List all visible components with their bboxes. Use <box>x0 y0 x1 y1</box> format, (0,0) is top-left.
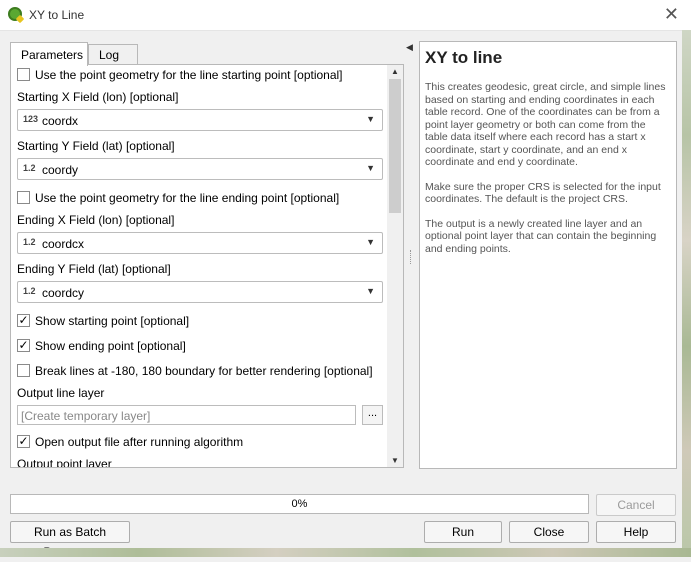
start-y-value: coordy <box>42 163 79 177</box>
output-point-label: Output point layer <box>17 457 112 468</box>
title-bar: XY to Line ✕ <box>0 0 691 31</box>
chevron-down-icon: ▼ <box>366 237 375 247</box>
start-x-label: Starting X Field (lon) [optional] <box>17 90 179 104</box>
decimal-type-icon: 1.2 <box>23 286 36 296</box>
start-x-combobox[interactable]: 123 coordx ▼ <box>17 109 383 131</box>
end-x-label: Ending X Field (lon) [optional] <box>17 213 175 227</box>
end-x-value: coordcx <box>42 237 85 251</box>
end-y-combobox[interactable]: 1.2 coordcy ▼ <box>17 281 383 303</box>
chevron-down-icon: ▼ <box>366 286 375 296</box>
help-paragraph: The output is a newly created line layer… <box>425 217 657 255</box>
show-end-row[interactable]: ✓ Show ending point [optional] <box>11 337 387 355</box>
show-start-checkbox[interactable]: ✓ <box>17 314 30 327</box>
open-output-label: Open output file after running algorithm <box>35 435 244 449</box>
vertical-scrollbar[interactable]: ▲ ▼ <box>387 65 403 467</box>
output-line-placeholder: [Create temporary layer] <box>21 409 151 423</box>
parameters-panel: Use the point geometry for the line star… <box>10 64 404 468</box>
open-output-row[interactable]: ✓ Open output file after running algorit… <box>11 433 387 451</box>
show-end-label: Show ending point [optional] <box>35 339 186 353</box>
output-line-label: Output line layer <box>17 386 105 400</box>
cancel-button[interactable]: Cancel <box>596 494 676 516</box>
show-start-row[interactable]: ✓ Show starting point [optional] <box>11 312 387 330</box>
help-paragraph: Make sure the proper CRS is selected for… <box>425 180 661 206</box>
start-y-label: Starting Y Field (lat) [optional] <box>17 139 175 153</box>
scroll-down-icon[interactable]: ▼ <box>391 456 399 465</box>
window-title: XY to Line <box>29 8 85 22</box>
output-line-browse-button[interactable]: ... <box>362 405 383 425</box>
show-end-checkbox[interactable]: ✓ <box>17 339 30 352</box>
end-y-label: Ending Y Field (lat) [optional] <box>17 262 171 276</box>
help-panel: XY to line This creates geodesic, great … <box>419 41 677 469</box>
decimal-type-icon: 1.2 <box>23 163 36 173</box>
help-button[interactable]: Help <box>596 521 676 543</box>
use-start-geometry-row[interactable]: Use the point geometry for the line star… <box>11 66 387 84</box>
progress-label: 0% <box>291 498 308 510</box>
integer-type-icon: 123 <box>23 114 39 124</box>
collapse-help-icon[interactable]: ◀ <box>406 42 413 53</box>
break-lines-row[interactable]: Break lines at -180, 180 boundary for be… <box>11 362 387 380</box>
help-title: XY to line <box>425 48 503 67</box>
qgis-logo-icon <box>8 7 22 21</box>
chevron-down-icon: ▼ <box>366 163 375 173</box>
tab-parameters[interactable]: Parameters <box>10 42 88 66</box>
run-button[interactable]: Run <box>424 521 502 543</box>
end-x-combobox[interactable]: 1.2 coordcx ▼ <box>17 232 383 254</box>
splitter-handle[interactable] <box>410 250 413 264</box>
run-batch-button[interactable]: Run as Batch Process... <box>10 521 130 559</box>
scroll-up-icon[interactable]: ▲ <box>391 67 399 76</box>
start-y-combobox[interactable]: 1.2 coordy ▼ <box>17 158 383 180</box>
output-line-field[interactable]: [Create temporary layer] <box>17 405 356 425</box>
use-start-geometry-checkbox[interactable] <box>17 68 30 81</box>
use-start-geometry-label: Use the point geometry for the line star… <box>35 68 343 82</box>
start-x-value: coordx <box>42 114 79 128</box>
close-icon[interactable]: ✕ <box>664 5 679 23</box>
end-y-value: coordcy <box>42 286 85 300</box>
use-end-geometry-label: Use the point geometry for the line endi… <box>35 191 340 205</box>
close-button[interactable]: Close <box>509 521 589 543</box>
scroll-thumb[interactable] <box>389 79 401 213</box>
break-lines-checkbox[interactable] <box>17 364 30 377</box>
open-output-checkbox[interactable]: ✓ <box>17 435 30 448</box>
break-lines-label: Break lines at -180, 180 boundary for be… <box>35 364 373 378</box>
use-end-geometry-checkbox[interactable] <box>17 191 30 204</box>
chevron-down-icon: ▼ <box>366 114 375 124</box>
progress-bar: 0% <box>10 494 589 514</box>
show-start-label: Show starting point [optional] <box>35 314 190 328</box>
use-end-geometry-row[interactable]: Use the point geometry for the line endi… <box>11 189 387 207</box>
decimal-type-icon: 1.2 <box>23 237 36 247</box>
map-canvas-background-bottom <box>0 548 691 557</box>
help-paragraph: This creates geodesic, great circle, and… <box>425 81 666 168</box>
tab-log[interactable]: Log <box>88 44 138 64</box>
map-canvas-background <box>682 30 691 557</box>
